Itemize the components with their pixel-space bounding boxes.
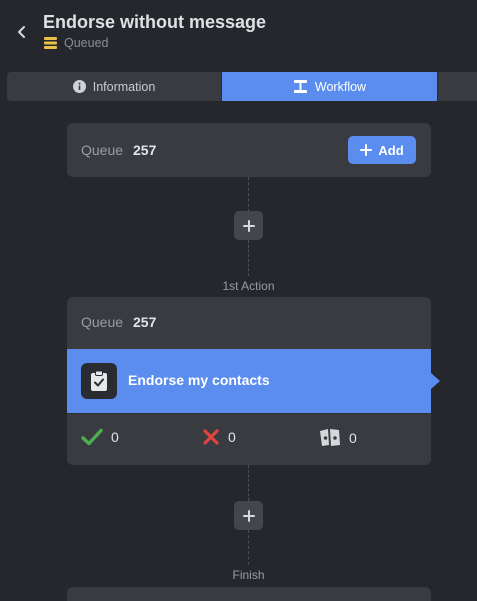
chevron-left-icon (18, 26, 25, 38)
back-button[interactable] (12, 22, 32, 42)
tab-bar-filler (437, 72, 477, 101)
failure-x-icon (203, 429, 219, 445)
skipped-icon (320, 429, 340, 446)
queued-stack-icon (44, 37, 57, 49)
stat-skipped-value: 0 (349, 429, 357, 446)
add-button-label: Add (378, 142, 404, 158)
stat-failure: 0 (202, 428, 236, 446)
stat-failure-value: 0 (228, 429, 236, 445)
success-check-icon (81, 428, 103, 446)
info-circle-icon (72, 80, 86, 93)
connector-line (248, 177, 249, 212)
tab-bar: Information Workflow (7, 72, 477, 101)
stat-skipped: 0 (319, 428, 357, 447)
connector-line (248, 530, 249, 565)
plus-icon (242, 219, 255, 232)
queue-count: 257 (133, 142, 157, 158)
plus-icon (360, 144, 373, 156)
workflow-icon (293, 80, 307, 93)
page-title: Endorse without message (43, 12, 267, 32)
tab-information-label: Information (92, 79, 156, 94)
stat-success-value: 0 (111, 429, 119, 445)
clipboard-check-icon (91, 371, 107, 391)
action-queue-label: Queue (81, 314, 124, 330)
action-queue-count: 257 (133, 314, 157, 330)
connector-line (248, 240, 249, 276)
tab-workflow[interactable]: Workflow (222, 72, 437, 101)
connector-line (248, 465, 249, 501)
action-pointer (431, 373, 440, 389)
finish-card (67, 587, 431, 601)
action-icon-box (81, 363, 117, 399)
tab-workflow-label: Workflow (314, 79, 367, 94)
status-text: Queued (64, 36, 109, 50)
stat-success: 0 (81, 428, 119, 446)
section-label-finish: Finish (232, 568, 265, 582)
action-label: Endorse my contacts (128, 372, 270, 388)
divider (67, 413, 431, 414)
plus-icon (242, 509, 255, 522)
add-button[interactable]: Add (348, 136, 416, 164)
tab-information[interactable]: Information (7, 72, 222, 101)
header: Endorse without message Queued (0, 0, 477, 64)
queue-label: Queue (81, 142, 124, 158)
add-step-button[interactable] (234, 501, 263, 530)
section-label-1st-action: 1st Action (222, 279, 275, 293)
status-indicator: Queued (44, 36, 108, 50)
add-step-button[interactable] (234, 211, 263, 240)
